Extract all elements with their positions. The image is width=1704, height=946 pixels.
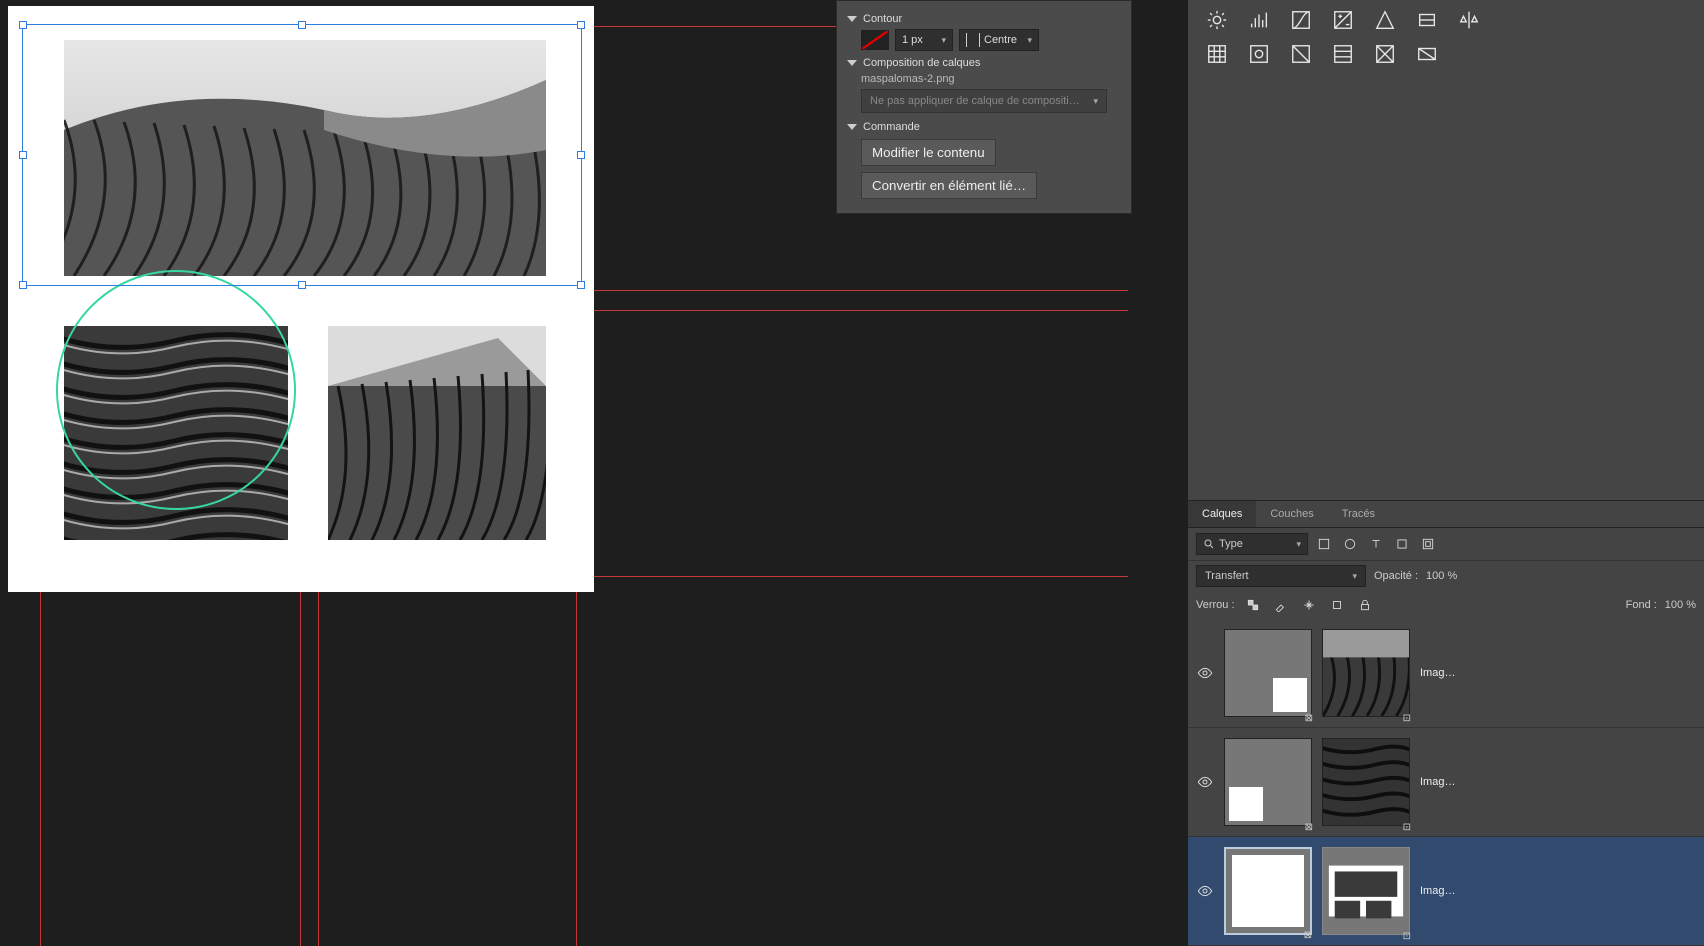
- edit-content-button[interactable]: Modifier le contenu: [861, 139, 996, 166]
- exposure-icon[interactable]: [1330, 8, 1356, 32]
- photo-filter-icon[interactable]: [1246, 42, 1272, 66]
- lock-artboard-icon[interactable]: [1327, 595, 1347, 615]
- placed-image-top[interactable]: [64, 40, 546, 276]
- convert-linked-button[interactable]: Convertir en élément lié…: [861, 172, 1037, 199]
- layer-name[interactable]: Imag…: [1420, 885, 1455, 897]
- filter-adjust-icon[interactable]: [1340, 534, 1360, 554]
- layers-panel: Calques Couches Tracés Type ▾ Transfert …: [1188, 500, 1704, 946]
- chevron-down-icon: [847, 124, 857, 130]
- mask-thumbnail[interactable]: ⊠: [1224, 847, 1312, 935]
- lock-label: Verrou :: [1196, 599, 1235, 611]
- layer-list: ⊠ ⊡ Imag… ⊠: [1188, 619, 1704, 946]
- layercomp-select-disabled: Ne pas appliquer de calque de compositi……: [861, 89, 1107, 113]
- hue-icon[interactable]: [1414, 8, 1440, 32]
- levels-icon[interactable]: [1246, 8, 1272, 32]
- mask-thumbnail[interactable]: ⊠: [1224, 629, 1312, 717]
- layer-thumbnail[interactable]: ⊡: [1322, 847, 1410, 935]
- command-label: Commande: [863, 121, 920, 133]
- mask-thumbnail[interactable]: ⊠: [1224, 738, 1312, 826]
- visibility-toggle[interactable]: [1196, 773, 1214, 791]
- filter-pixel-icon[interactable]: [1314, 534, 1334, 554]
- filter-type-icon[interactable]: [1366, 534, 1386, 554]
- layer-name[interactable]: Imag…: [1420, 667, 1455, 679]
- adjustments-toolbar: [1188, 0, 1704, 74]
- chevron-down-icon: ▾: [941, 35, 946, 46]
- fill-label: Fond :: [1626, 599, 1657, 611]
- lock-position-icon[interactable]: [1299, 595, 1319, 615]
- balance-icon[interactable]: [1456, 8, 1482, 32]
- color-lookup-icon[interactable]: [1330, 42, 1356, 66]
- layer-name[interactable]: Imag…: [1420, 776, 1455, 788]
- grid-icon[interactable]: [1204, 42, 1230, 66]
- chevron-down-icon: [847, 16, 857, 22]
- brightness-icon[interactable]: [1204, 8, 1230, 32]
- curves-icon[interactable]: [1288, 8, 1314, 32]
- layercomp-section-header[interactable]: Composition de calques: [847, 57, 1121, 69]
- layer-row[interactable]: ⊠ ⊡ Imag…: [1188, 728, 1704, 837]
- document[interactable]: [8, 6, 594, 592]
- filter-smart-icon[interactable]: [1418, 534, 1438, 554]
- layer-row[interactable]: ⊠ ⊡ Imag…: [1188, 619, 1704, 728]
- panel-tabs: Calques Couches Tracés: [1188, 501, 1704, 528]
- layer-row[interactable]: ⊠ ⊡ Imag…: [1188, 837, 1704, 946]
- opacity-label: Opacité :: [1374, 570, 1418, 582]
- visibility-toggle[interactable]: [1196, 882, 1214, 900]
- lock-all-icon[interactable]: [1355, 595, 1375, 615]
- tab-layers[interactable]: Calques: [1188, 501, 1256, 527]
- chevron-down-icon: ▾: [1352, 571, 1357, 582]
- command-section-header[interactable]: Commande: [847, 121, 1121, 133]
- contour-section-header[interactable]: Contour: [847, 13, 1121, 25]
- visibility-toggle[interactable]: [1196, 664, 1214, 682]
- vibrance-icon[interactable]: [1372, 8, 1398, 32]
- opacity-value[interactable]: 100 %: [1426, 570, 1457, 582]
- gradient-map-icon[interactable]: [1414, 42, 1440, 66]
- layer-thumbnail[interactable]: ⊡: [1322, 629, 1410, 717]
- placed-image-bottom-right[interactable]: [328, 326, 546, 540]
- filter-shape-icon[interactable]: [1392, 534, 1412, 554]
- right-sidebar: Calques Couches Tracés Type ▾ Transfert …: [1188, 0, 1704, 946]
- layer-filter-select[interactable]: Type ▾: [1196, 533, 1308, 555]
- placed-image-bottom-left[interactable]: [64, 326, 288, 540]
- tab-channels[interactable]: Couches: [1256, 501, 1327, 527]
- stroke-color-swatch[interactable]: [861, 30, 889, 50]
- blend-mode-select[interactable]: Transfert ▾: [1196, 565, 1366, 587]
- lock-transparency-icon[interactable]: [1243, 595, 1263, 615]
- invert-icon[interactable]: [1372, 42, 1398, 66]
- stroke-width-input[interactable]: 1 px ▾: [895, 29, 953, 51]
- align-center-icon: [966, 33, 980, 47]
- chevron-down-icon: ▾: [1296, 539, 1301, 550]
- fill-value[interactable]: 100 %: [1665, 599, 1696, 611]
- channel-mixer-icon[interactable]: [1288, 42, 1314, 66]
- stroke-align-select[interactable]: Centre ▾: [959, 29, 1039, 51]
- layercomp-label: Composition de calques: [863, 57, 980, 69]
- tab-paths[interactable]: Tracés: [1328, 501, 1389, 527]
- layer-thumbnail[interactable]: ⊡: [1322, 738, 1410, 826]
- chevron-down-icon: ▾: [1093, 96, 1098, 107]
- lock-paint-icon[interactable]: [1271, 595, 1291, 615]
- chevron-down-icon: ▾: [1027, 35, 1032, 46]
- contour-label: Contour: [863, 13, 902, 25]
- filename-label: maspalomas-2.png: [861, 73, 1121, 85]
- chevron-down-icon: [847, 60, 857, 66]
- properties-panel[interactable]: Contour 1 px ▾ Centre ▾ Composition de c…: [836, 0, 1132, 214]
